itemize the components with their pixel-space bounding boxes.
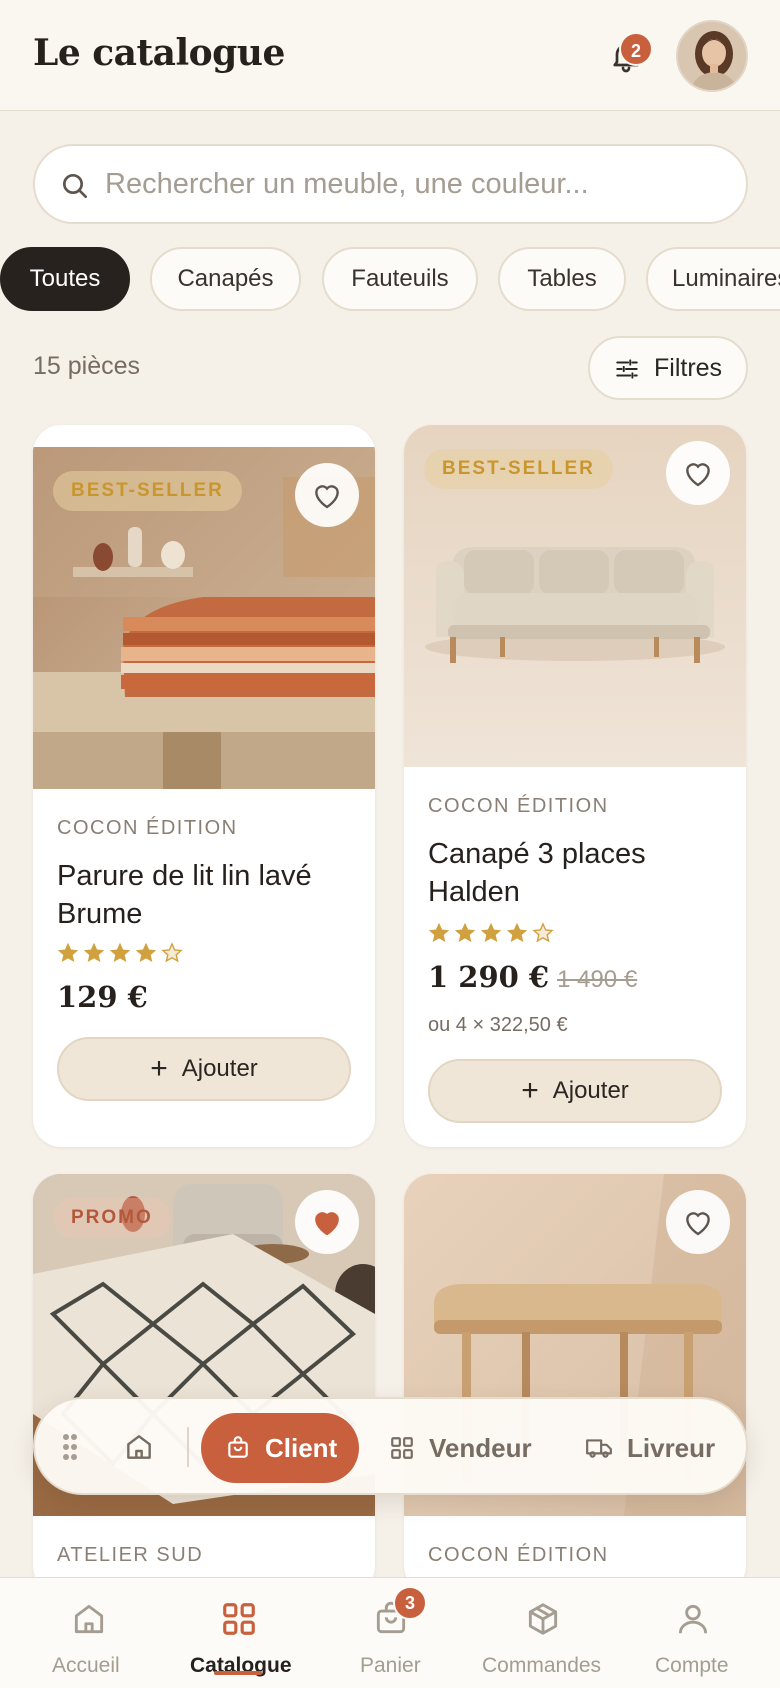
truck-icon: [586, 1439, 612, 1458]
product-card[interactable]: COCON ÉDITION: [404, 1174, 746, 1594]
heart-icon: [686, 463, 710, 487]
rating-stars: [57, 942, 183, 963]
search-bar[interactable]: [33, 144, 748, 224]
sliders-icon: [616, 359, 638, 379]
badge-promo: PROMO: [53, 1198, 171, 1238]
package-icon: [528, 1603, 558, 1635]
product-brand: ATELIER SUD: [57, 1544, 204, 1566]
notification-badge: 2: [619, 32, 653, 66]
installment-text: ou 4 × 322,50 €: [428, 1014, 568, 1036]
nav-label: Compte: [655, 1654, 729, 1677]
heart-icon: [686, 1212, 710, 1236]
favorite-button[interactable]: [295, 463, 359, 527]
product-brand: COCON ÉDITION: [57, 817, 238, 839]
role-switcher: Client Vendeur Livreur: [33, 1397, 748, 1495]
current-price: 1 290 €: [428, 960, 550, 994]
user-icon: [678, 1604, 708, 1634]
plus-icon: +: [521, 1074, 539, 1107]
search-icon: [63, 174, 87, 198]
add-label: Ajouter: [181, 1055, 258, 1082]
nav-compte[interactable]: Compte: [650, 1578, 750, 1688]
active-tab-indicator: [214, 1671, 262, 1675]
role-client-label: Client: [265, 1433, 338, 1463]
product-brand: COCON ÉDITION: [428, 795, 609, 817]
product-card[interactable]: BEST-SELLER COCON ÉDITION Parure de lit …: [33, 425, 375, 1147]
chip-tables[interactable]: Tables: [498, 247, 626, 311]
badge-best-seller: BEST-SELLER: [424, 449, 613, 489]
avatar[interactable]: [676, 20, 748, 92]
product-price: 129 €: [57, 980, 148, 1014]
role-client-button[interactable]: Client: [201, 1413, 359, 1483]
badge-best-seller: BEST-SELLER: [53, 471, 242, 511]
page-title: Le catalogue: [33, 32, 285, 74]
product-image: BEST-SELLER: [404, 425, 746, 767]
role-vendeur-button[interactable]: Vendeur: [389, 1413, 539, 1483]
product-price: 1 290 € 1 490 €: [428, 960, 637, 994]
favorite-button[interactable]: [295, 1190, 359, 1254]
old-price: 1 490 €: [557, 966, 638, 993]
nav-label: Accueil: [52, 1654, 120, 1677]
nav-label: Commandes: [482, 1654, 602, 1677]
nav-label: Panier: [360, 1654, 421, 1677]
bottom-navigation: Accueil Catalogue Panier Commandes Compt…: [0, 1577, 780, 1688]
search-input[interactable]: [105, 160, 725, 208]
filters-button[interactable]: Filtres: [588, 336, 748, 400]
divider: [187, 1427, 189, 1467]
chip-fauteuils[interactable]: Fauteuils: [322, 247, 478, 311]
heart-filled-icon: [315, 1212, 339, 1236]
results-count: 15 pièces: [33, 352, 141, 380]
nav-accueil[interactable]: Accueil: [40, 1578, 140, 1688]
favorite-button[interactable]: [666, 1190, 730, 1254]
cart-badge: 3: [393, 1586, 427, 1620]
grid-icon: [223, 1603, 255, 1635]
rating-stars: [428, 922, 554, 943]
home-icon: [74, 1604, 104, 1634]
drag-handle-icon[interactable]: [63, 1433, 77, 1461]
category-chips: Toutes Canapés Fauteuils Tables Luminair…: [0, 247, 780, 313]
product-card[interactable]: PROMO ATELIER SUD: [33, 1174, 375, 1594]
app-header: Le catalogue 2: [0, 0, 780, 111]
filters-label: Filtres: [654, 354, 723, 382]
role-vendeur-label: Vendeur: [429, 1433, 532, 1463]
product-name[interactable]: Canapé 3 places Halden: [428, 835, 728, 911]
product-image: BEST-SELLER: [33, 447, 375, 789]
product-brand: COCON ÉDITION: [428, 1544, 609, 1566]
product-card[interactable]: BEST-SELLER COCON ÉDITION Canapé 3 place…: [404, 425, 746, 1147]
add-to-cart-button[interactable]: + Ajouter: [428, 1059, 722, 1123]
role-livreur-button[interactable]: Livreur: [585, 1413, 725, 1483]
chip-luminaires[interactable]: Luminaires: [646, 247, 780, 311]
grid-icon: [391, 1437, 413, 1459]
nav-commandes[interactable]: Commandes: [478, 1578, 608, 1688]
favorite-button[interactable]: [666, 441, 730, 505]
add-label: Ajouter: [552, 1077, 629, 1104]
product-name[interactable]: Parure de lit lin lavé Brume: [57, 857, 357, 933]
chip-canapes[interactable]: Canapés: [150, 247, 301, 311]
shopping-bag-icon: [228, 1436, 248, 1458]
plus-icon: +: [150, 1052, 168, 1085]
chip-toutes[interactable]: Toutes: [0, 247, 130, 311]
home-icon[interactable]: [123, 1431, 155, 1463]
heart-icon: [315, 485, 339, 509]
role-livreur-label: Livreur: [627, 1433, 716, 1463]
add-to-cart-button[interactable]: + Ajouter: [57, 1037, 351, 1101]
